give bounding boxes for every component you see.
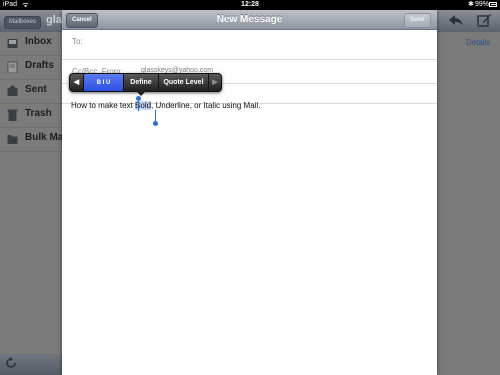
sidebar-item-inbox[interactable]: Inbox bbox=[0, 32, 62, 56]
body-text-after: , Underline, or Italic using Mail. bbox=[151, 101, 261, 110]
message-body[interactable]: How to make text Bold, Underline, or Ita… bbox=[71, 101, 260, 110]
sidebar-item-label: Sent bbox=[25, 84, 47, 95]
sidebar-item-sent[interactable]: Sent bbox=[0, 80, 62, 104]
selection-end-handle[interactable] bbox=[153, 121, 158, 126]
folder-icon bbox=[7, 135, 18, 144]
battery-percent: 99% bbox=[475, 1, 490, 8]
menu-define-button[interactable]: Define bbox=[124, 74, 159, 91]
body-text-before: How to make text bbox=[71, 101, 136, 110]
sidebar-item-bulk[interactable]: Bulk Ma bbox=[0, 128, 64, 152]
status-bar: iPad 12:28 ✱ 99% bbox=[0, 0, 500, 10]
to-field[interactable]: To: bbox=[62, 30, 437, 60]
status-clock: 12:28 bbox=[241, 1, 259, 8]
message-pane bbox=[437, 32, 500, 375]
menu-next-arrow-icon[interactable]: ▶ bbox=[209, 74, 221, 91]
refresh-icon[interactable] bbox=[5, 357, 17, 369]
compose-navbar: Cancel New Message Send bbox=[62, 10, 437, 30]
sidebar-item-label: Inbox bbox=[25, 36, 52, 47]
edit-menu: ◀ B I U Define Quote Level ▶ bbox=[69, 73, 222, 96]
mailbox-sidebar: Inbox Drafts Sent Trash Bulk Ma bbox=[0, 32, 64, 354]
inbox-icon bbox=[7, 39, 18, 48]
sidebar-item-drafts[interactable]: Drafts bbox=[0, 56, 62, 80]
trash-icon bbox=[7, 109, 18, 121]
to-label: To: bbox=[72, 37, 83, 46]
compose-sheet: Cancel New Message Send To: Cc/Bcc, From… bbox=[62, 10, 437, 375]
battery-icon bbox=[489, 2, 497, 7]
biu-label: B I U bbox=[96, 80, 111, 86]
sidebar-item-label: Trash bbox=[25, 108, 52, 119]
sent-icon bbox=[7, 85, 18, 96]
sidebar-item-label: Drafts bbox=[25, 60, 54, 71]
send-button[interactable]: Send bbox=[404, 13, 431, 28]
bluetooth-icon: ✱ bbox=[468, 1, 474, 8]
menu-quote-level-button[interactable]: Quote Level bbox=[159, 74, 209, 91]
drafts-icon bbox=[7, 61, 18, 73]
mailboxes-button[interactable]: Mailboxes bbox=[4, 16, 42, 29]
selection-start-handle[interactable] bbox=[136, 96, 141, 101]
compose-icon[interactable] bbox=[476, 13, 492, 27]
menu-prev-arrow-icon[interactable]: ◀ bbox=[70, 74, 84, 91]
sidebar-item-label: Bulk Ma bbox=[25, 132, 64, 143]
details-link[interactable]: Details bbox=[466, 38, 490, 47]
compose-title: New Message bbox=[216, 14, 283, 25]
menu-bold-italic-underline-button[interactable]: B I U bbox=[84, 74, 124, 91]
reply-icon[interactable] bbox=[448, 13, 464, 27]
sidebar-item-trash[interactable]: Trash bbox=[0, 104, 62, 128]
